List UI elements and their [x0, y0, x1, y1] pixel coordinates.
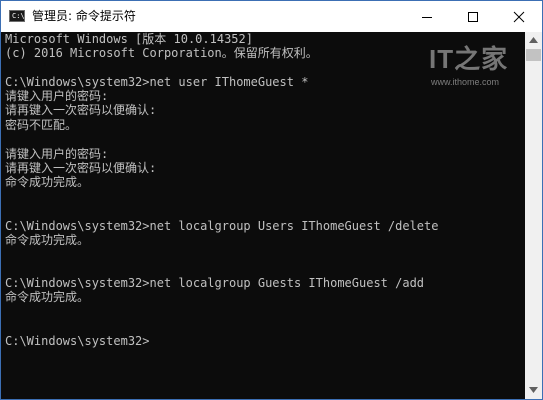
console-icon-label: C:\: [12, 12, 25, 20]
console-line: C:\Windows\system32>net localgroup Guest…: [5, 276, 425, 290]
command-prompt-window: C:\ 管理员: 命令提示符 Microsoft Windows [版本 10.…: [0, 0, 543, 400]
scroll-up-button[interactable]: [525, 32, 542, 49]
vertical-scrollbar[interactable]: [525, 32, 542, 399]
minimize-button[interactable]: [404, 1, 450, 32]
maximize-button[interactable]: [450, 1, 496, 32]
console-icon[interactable]: C:\: [9, 10, 25, 22]
console-line: 命令成功完成。: [5, 290, 90, 304]
window-title: 管理员: 命令提示符: [32, 9, 136, 23]
watermark-logo: IT之家: [429, 44, 509, 74]
chevron-down-icon: [529, 387, 538, 393]
console-line: C:\Windows\system32>net user IThomeGuest…: [5, 75, 309, 89]
console-line: 请键入用户的密码:: [5, 89, 109, 103]
console-line: Microsoft Windows [版本 10.0.14352]: [5, 32, 253, 46]
scrollbar-thumb[interactable]: [526, 49, 541, 61]
console-line: 命令成功完成。: [5, 175, 90, 189]
chevron-up-icon: [529, 37, 538, 43]
ithome-watermark: IT之家 www.ithome.com: [429, 45, 509, 95]
console-line: (c) 2016 Microsoft Corporation。保留所有权利。: [5, 46, 318, 60]
maximize-icon: [468, 12, 478, 22]
console-line: C:\Windows\system32>net localgroup Users…: [5, 219, 439, 233]
minimize-icon: [422, 17, 432, 18]
console-line: C:\Windows\system32>: [5, 334, 150, 348]
close-button[interactable]: [496, 1, 542, 32]
close-icon: [513, 11, 525, 23]
console-line: 命令成功完成。: [5, 233, 90, 247]
scroll-down-button[interactable]: [525, 382, 542, 399]
console-line: 请再键入一次密码以便确认:: [5, 161, 157, 175]
console-line: 请再键入一次密码以便确认:: [5, 103, 157, 117]
watermark-url: www.ithome.com: [431, 77, 500, 87]
console-line: 请键入用户的密码:: [5, 147, 109, 161]
console-line: 密码不匹配。: [5, 118, 78, 132]
title-bar[interactable]: C:\ 管理员: 命令提示符: [1, 1, 542, 32]
